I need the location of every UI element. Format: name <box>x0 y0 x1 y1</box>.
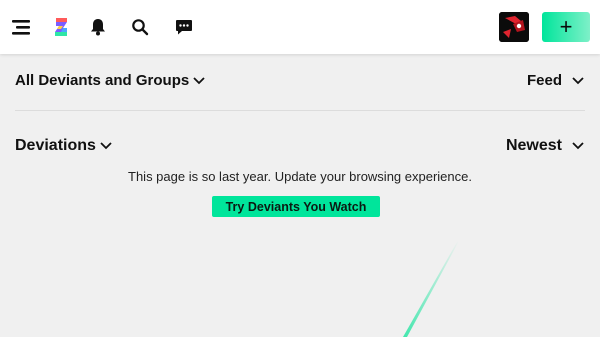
deviantart-logo-icon[interactable] <box>48 14 74 40</box>
deviation-type-label: Deviations <box>15 137 96 154</box>
chevron-down-icon <box>572 142 584 150</box>
search-icon[interactable] <box>127 14 153 40</box>
chevron-down-icon <box>572 76 584 84</box>
top-navigation-bar: + <box>0 0 600 54</box>
menu-icon[interactable] <box>8 14 34 40</box>
view-label: Feed <box>526 72 562 89</box>
sort-dropdown[interactable]: Newest <box>506 137 585 155</box>
user-avatar[interactable] <box>499 12 529 42</box>
create-button[interactable]: + <box>542 12 590 42</box>
deviations-filter-row: Deviations Newest <box>15 137 585 155</box>
outdated-page-notice: This page is so last year. Update your b… <box>128 169 472 184</box>
source-filter-dropdown[interactable]: All Deviants and Groups <box>15 72 206 89</box>
deviation-type-dropdown[interactable]: Deviations <box>15 137 113 155</box>
chat-icon[interactable] <box>171 14 197 40</box>
section-divider <box>15 110 585 111</box>
try-deviants-you-watch-button[interactable]: Try Deviants You Watch <box>212 196 380 217</box>
bell-icon[interactable] <box>85 14 111 40</box>
feed-filter-row: All Deviants and Groups Feed <box>15 72 585 89</box>
chevron-down-icon <box>193 76 205 84</box>
sort-label: Newest <box>505 137 562 154</box>
view-dropdown[interactable]: Feed <box>527 72 585 89</box>
plus-icon: + <box>559 14 573 39</box>
chevron-down-icon <box>100 142 112 150</box>
source-filter-label: All Deviants and Groups <box>15 72 190 89</box>
